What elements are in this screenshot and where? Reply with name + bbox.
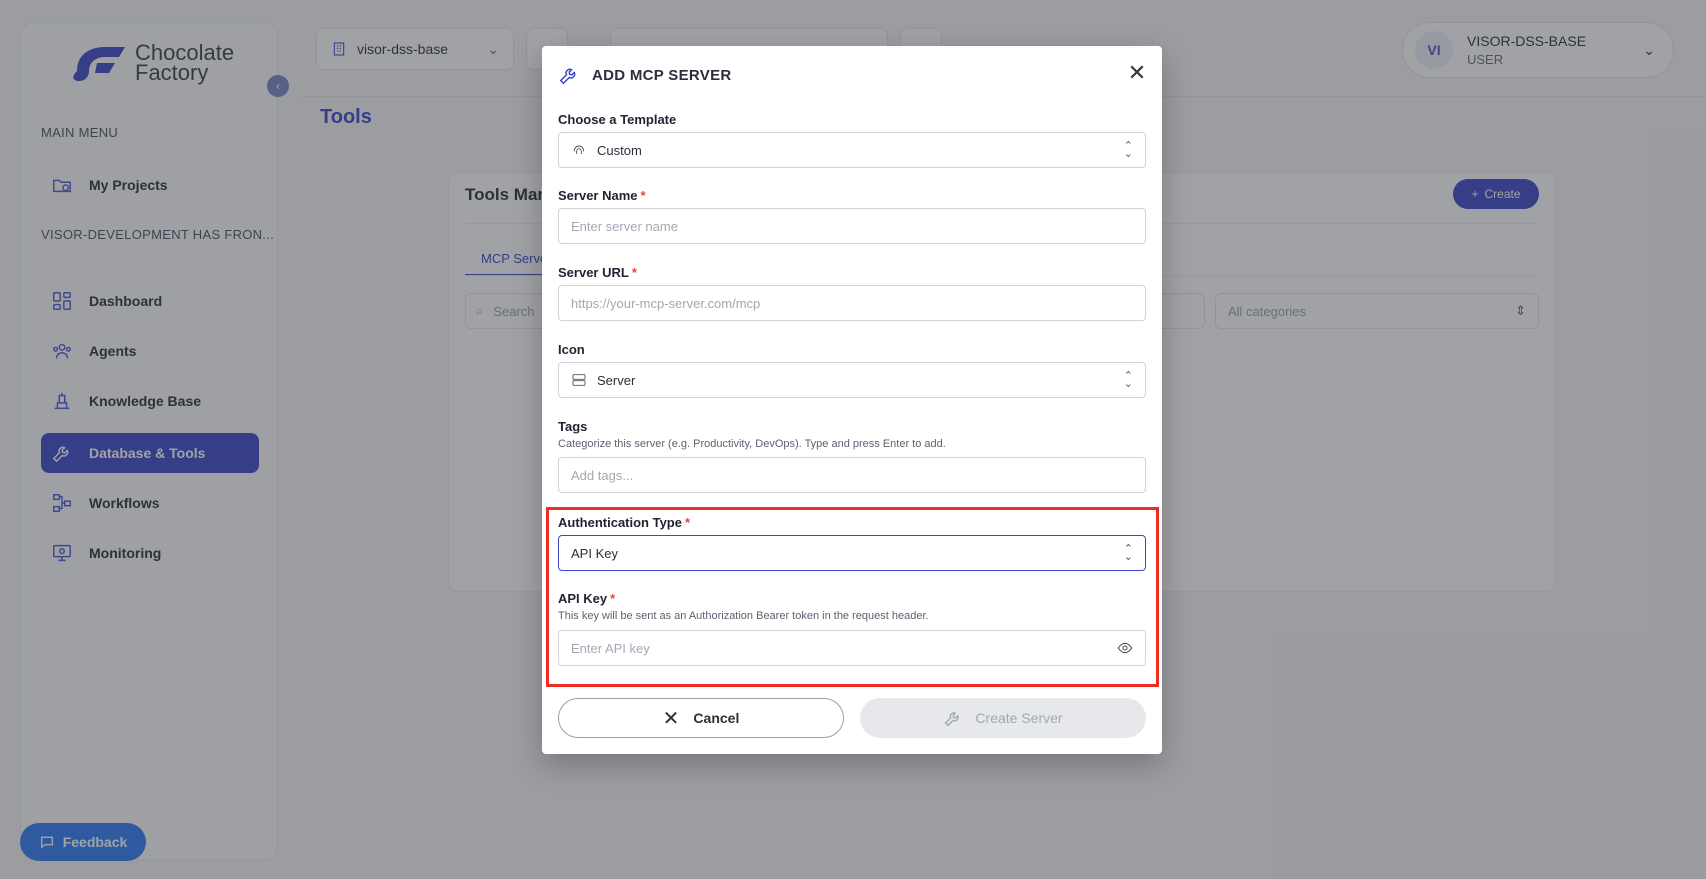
template-label: Choose a Template (558, 112, 677, 127)
close-icon: ✕ (662, 707, 680, 730)
tags-help: Categorize this server (e.g. Productivit… (558, 438, 946, 450)
server-name-label-text: Server Name (558, 188, 638, 203)
close-icon[interactable]: ✕ (1126, 60, 1148, 85)
dialog-title: ADD MCP SERVER (592, 66, 732, 84)
fingerprint-icon (573, 145, 585, 155)
required-mark: * (684, 515, 691, 530)
required-mark: * (610, 591, 616, 606)
server-icon (572, 374, 586, 386)
api-key-label: API Key * (558, 591, 615, 606)
required-mark: * (640, 188, 646, 203)
icon-value: Server (597, 372, 636, 388)
auth-type-value: API Key (571, 545, 618, 561)
wrench-icon (944, 712, 960, 727)
auth-type-label-text: Authentication Type (558, 515, 682, 530)
api-key-placeholder: Enter API key (571, 640, 650, 656)
tags-placeholder: Add tags... (571, 467, 634, 483)
tags-input[interactable]: Add tags... (558, 457, 1146, 493)
cancel-button[interactable]: ✕ Cancel (558, 698, 844, 738)
dialog-header: ADD MCP SERVER (558, 64, 732, 86)
updown-icon: ⌃ ⌄ (1123, 370, 1133, 390)
server-name-label: Server Name * (558, 188, 646, 203)
auth-type-label: Authentication Type * (558, 515, 690, 530)
cancel-label: Cancel (693, 710, 740, 726)
server-url-input[interactable]: https://your-mcp-server.com/mcp (558, 285, 1146, 321)
api-key-label-text: API Key (558, 591, 608, 606)
create-server-label: Create Server (975, 710, 1063, 726)
wrench-icon (559, 68, 576, 85)
server-url-label: Server URL * (558, 265, 637, 280)
app-root: Chocolate Factory ‹ MAIN MENU My Project… (0, 0, 1706, 879)
eye-icon[interactable] (1117, 640, 1133, 656)
required-mark: * (631, 265, 637, 280)
api-key-input[interactable]: Enter API key (558, 630, 1146, 666)
server-url-label-text: Server URL (558, 265, 629, 280)
server-url-placeholder: https://your-mcp-server.com/mcp (571, 295, 761, 311)
icon-select[interactable]: Server ⌃ ⌄ (558, 362, 1146, 398)
template-select[interactable]: Custom ⌃ ⌄ (558, 132, 1146, 168)
tags-label: Tags (558, 419, 588, 434)
add-mcp-server-dialog: ADD MCP SERVER ✕ Choose a Template Custo… (542, 46, 1162, 754)
server-name-placeholder: Enter server name (571, 218, 678, 234)
updown-icon: ⌃ ⌄ (1123, 543, 1133, 563)
template-value: Custom (597, 142, 642, 158)
create-server-button[interactable]: Create Server (860, 698, 1146, 738)
auth-type-select[interactable]: API Key ⌃ ⌄ (558, 535, 1146, 571)
icon-label: Icon (558, 342, 585, 357)
updown-icon: ⌃ ⌄ (1123, 140, 1133, 160)
api-key-help: This key will be sent as an Authorizatio… (558, 610, 929, 622)
server-name-input[interactable]: Enter server name (558, 208, 1146, 244)
